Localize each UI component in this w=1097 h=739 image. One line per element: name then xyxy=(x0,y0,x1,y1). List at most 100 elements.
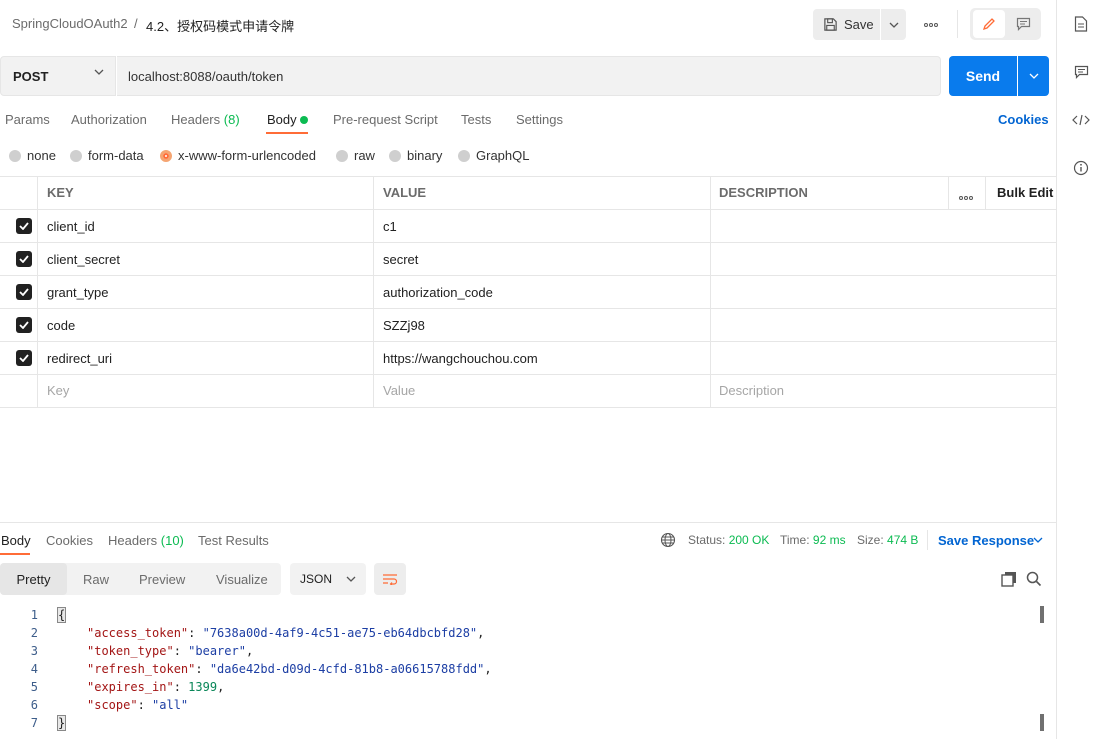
save-response-button[interactable]: Save Response xyxy=(938,533,1034,548)
param-key[interactable]: client_id xyxy=(47,219,95,234)
radio-graphql[interactable]: GraphQL xyxy=(458,148,529,163)
tab-settings[interactable]: Settings xyxy=(516,112,563,127)
code-line: "token_type": "bearer", xyxy=(87,644,254,658)
check-icon xyxy=(19,222,29,230)
row-checkbox[interactable] xyxy=(16,251,32,267)
param-key[interactable]: grant_type xyxy=(47,285,108,300)
request-title[interactable]: 4.2、授权码模式申请令牌 xyxy=(146,16,294,35)
table-border xyxy=(0,341,1056,342)
check-icon xyxy=(19,354,29,362)
bulk-edit-button[interactable]: Bulk Edit xyxy=(997,185,1053,200)
response-tab-body[interactable]: Body xyxy=(1,533,31,548)
line-number: 4 xyxy=(30,662,38,676)
view-visualize-button[interactable]: Visualize xyxy=(216,563,268,595)
info-icon[interactable] xyxy=(1072,159,1090,177)
tab-body[interactable]: Body xyxy=(267,112,297,127)
param-value[interactable]: SZZj98 xyxy=(383,318,425,333)
radio-raw[interactable]: raw xyxy=(336,148,375,163)
param-value[interactable]: authorization_code xyxy=(383,285,493,300)
response-tab-headers[interactable]: Headers (10) xyxy=(108,533,184,548)
comments-mode-button[interactable] xyxy=(1007,10,1039,38)
tab-headers-label: Headers xyxy=(171,112,221,127)
param-value[interactable]: secret xyxy=(383,252,418,267)
save-button[interactable]: Save xyxy=(813,9,880,40)
radio-dot xyxy=(9,149,21,162)
radio-dot xyxy=(458,149,470,162)
row-checkbox[interactable] xyxy=(16,284,32,300)
send-button[interactable]: Send xyxy=(949,56,1017,96)
method-select[interactable]: POST xyxy=(0,56,116,96)
size-info[interactable]: Size: 474 B xyxy=(857,533,918,547)
response-tab-test-results[interactable]: Test Results xyxy=(198,533,269,548)
tab-params[interactable]: Params xyxy=(5,112,50,127)
code-line: } xyxy=(56,715,67,731)
table-border xyxy=(0,407,1056,408)
send-options-button[interactable] xyxy=(1018,56,1049,96)
scrollbar-thumb[interactable] xyxy=(1040,606,1044,623)
param-key[interactable]: redirect_uri xyxy=(47,351,112,366)
code-line: { xyxy=(56,607,67,623)
time-info[interactable]: Time: 92 ms xyxy=(780,533,846,547)
param-key[interactable]: client_secret xyxy=(47,252,120,267)
radio-dot xyxy=(70,149,82,162)
table-border xyxy=(0,374,1056,375)
code-snippet-icon[interactable] xyxy=(1072,111,1090,129)
radio-binary[interactable]: binary xyxy=(389,148,442,163)
new-description-input[interactable]: Description xyxy=(719,383,784,398)
row-checkbox[interactable] xyxy=(16,218,32,234)
breadcrumb-collection[interactable]: SpringCloudOAuth2 xyxy=(12,16,128,31)
response-tab-cookies[interactable]: Cookies xyxy=(46,533,93,548)
line-number: 7 xyxy=(30,716,38,730)
column-header-key: KEY xyxy=(47,185,74,200)
json-value: "7638a00d-4af9-4c51-ae75-eb64dbcbfd28" xyxy=(202,626,478,640)
url-input[interactable]: localhost:8088/oauth/token xyxy=(117,56,941,96)
table-border xyxy=(985,176,986,209)
chevron-down-icon xyxy=(94,69,104,75)
json-key: "scope" xyxy=(87,698,138,712)
format-select[interactable]: JSON xyxy=(290,563,366,595)
table-border xyxy=(373,176,374,408)
send-label: Send xyxy=(965,68,1001,84)
new-key-input[interactable]: Key xyxy=(47,383,69,398)
status-info[interactable]: Status: 200 OK xyxy=(688,533,769,547)
param-key[interactable]: code xyxy=(47,318,75,333)
view-raw-button[interactable]: Raw xyxy=(83,563,109,595)
tab-tests[interactable]: Tests xyxy=(461,112,491,127)
radio-label: form-data xyxy=(88,148,144,163)
size-value: 474 B xyxy=(887,533,919,547)
documentation-icon[interactable] xyxy=(1072,15,1090,33)
copy-icon[interactable] xyxy=(1001,571,1017,587)
table-more-button[interactable] xyxy=(959,188,973,203)
tab-pre-request-script[interactable]: Pre-request Script xyxy=(333,112,438,127)
cookies-link[interactable]: Cookies xyxy=(998,112,1049,127)
save-options-button[interactable] xyxy=(881,9,906,40)
radio-none[interactable]: none xyxy=(9,148,56,163)
radio-form-data[interactable]: form-data xyxy=(70,148,144,163)
radio-x-www-form-urlencoded[interactable]: x-www-form-urlencoded xyxy=(160,148,316,163)
tab-headers[interactable]: Headers (8) xyxy=(171,112,240,127)
radio-label: raw xyxy=(354,148,375,163)
more-actions-button[interactable] xyxy=(918,9,943,40)
view-preview-button[interactable]: Preview xyxy=(139,563,185,595)
row-checkbox[interactable] xyxy=(16,350,32,366)
table-border xyxy=(948,176,949,209)
table-border xyxy=(37,176,38,408)
param-value[interactable]: https://wangchouchou.com xyxy=(383,351,538,366)
line-number: 5 xyxy=(30,680,38,694)
comments-icon[interactable] xyxy=(1072,63,1090,81)
radio-dot xyxy=(389,149,401,162)
tab-authorization[interactable]: Authorization xyxy=(71,112,147,127)
edit-mode-button[interactable] xyxy=(973,10,1005,38)
view-pretty-button[interactable]: Pretty xyxy=(0,563,67,595)
table-border xyxy=(0,176,1056,177)
method-label: POST xyxy=(13,68,49,84)
row-checkbox[interactable] xyxy=(16,317,32,333)
wrap-lines-button[interactable] xyxy=(374,563,406,595)
new-value-input[interactable]: Value xyxy=(383,383,415,398)
check-icon xyxy=(19,321,29,329)
tab-label: Headers xyxy=(108,533,158,548)
search-icon[interactable] xyxy=(1026,571,1042,587)
param-value[interactable]: c1 xyxy=(383,219,397,234)
scrollbar-thumb[interactable] xyxy=(1040,714,1044,731)
globe-icon[interactable] xyxy=(660,532,676,548)
